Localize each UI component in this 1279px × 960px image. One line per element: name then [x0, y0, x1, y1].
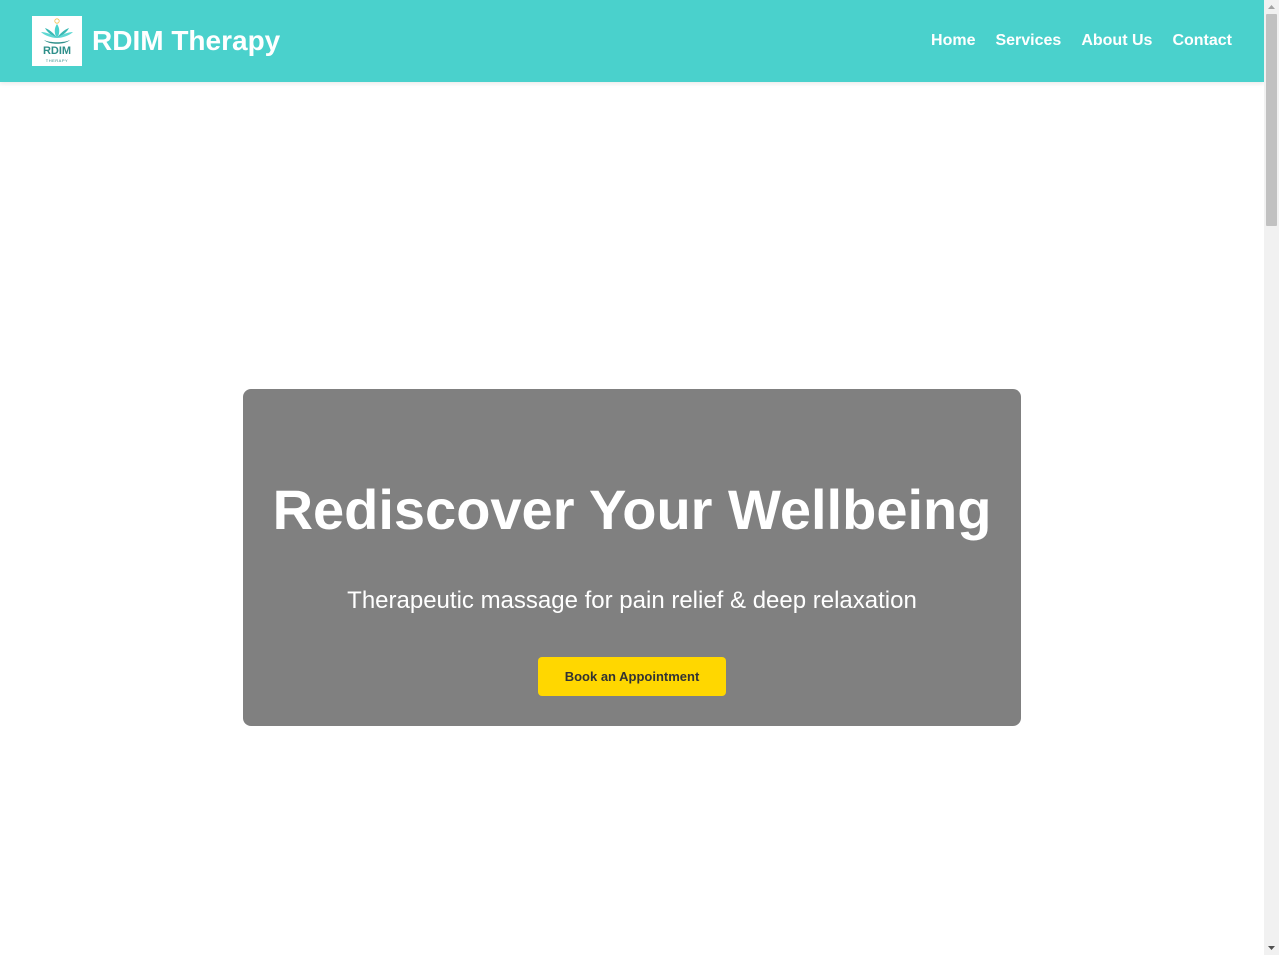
- nav-home[interactable]: Home: [931, 32, 975, 50]
- hero-title: Rediscover Your Wellbeing: [272, 478, 992, 541]
- scrollbar-thumb[interactable]: [1266, 14, 1277, 226]
- brand[interactable]: RDIM THERAPY RDIM Therapy: [32, 16, 280, 66]
- site-header: RDIM THERAPY RDIM Therapy Home Services …: [0, 0, 1264, 82]
- lotus-logo-icon[interactable]: RDIM THERAPY: [32, 16, 82, 66]
- nav-about-us[interactable]: About Us: [1081, 32, 1152, 50]
- scroll-down-arrow-icon[interactable]: [1264, 941, 1279, 955]
- hero-subtitle: Therapeutic massage for pain relief & de…: [347, 587, 917, 614]
- brand-name[interactable]: RDIM Therapy: [92, 16, 280, 66]
- main-nav: Home Services About Us Contact: [911, 0, 1232, 82]
- nav-services[interactable]: Services: [995, 32, 1061, 50]
- nav-contact[interactable]: Contact: [1172, 32, 1232, 50]
- logo-subtext: THERAPY: [45, 58, 69, 63]
- book-appointment-button[interactable]: Book an Appointment: [538, 657, 726, 696]
- scroll-up-arrow-icon[interactable]: [1264, 0, 1279, 14]
- logo-text: RDIM: [42, 45, 72, 57]
- hero-card: Rediscover Your Wellbeing Therapeutic ma…: [243, 389, 1021, 726]
- page: RDIM THERAPY RDIM Therapy Home Services …: [0, 0, 1264, 955]
- vertical-scrollbar[interactable]: [1264, 0, 1279, 955]
